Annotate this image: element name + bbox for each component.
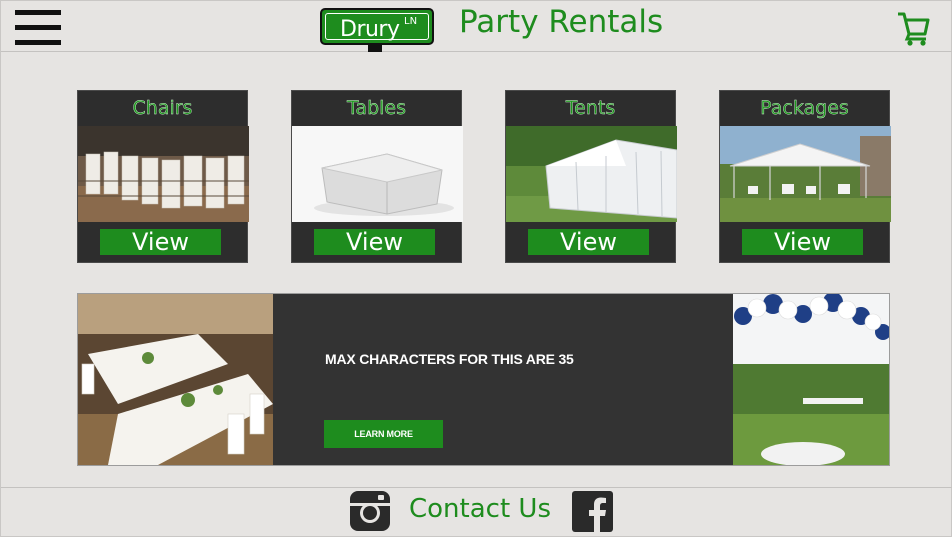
hamburger-menu-icon[interactable] (15, 10, 61, 46)
banner-headline: MAX CHARACTERS FOR THIS ARE 35 (325, 351, 574, 367)
card-title: Tents (565, 97, 616, 119)
category-card-tents: Tents View (505, 90, 677, 263)
shopping-cart-icon[interactable] (896, 10, 930, 46)
view-button-packages[interactable]: View (742, 229, 863, 255)
chairs-image (78, 126, 249, 222)
logo-street-sign: Drury LN (320, 8, 434, 45)
header: Drury LN Party Rentals (1, 1, 952, 52)
banner-image-balloons (733, 294, 889, 465)
facebook-icon[interactable] (572, 491, 613, 532)
learn-more-button[interactable]: LEARN MORE (324, 420, 443, 448)
category-card-tables: Tables View (291, 90, 463, 263)
category-card-packages: Packages View (719, 90, 891, 263)
instagram-icon[interactable] (349, 490, 391, 532)
logo-text: Drury (340, 17, 400, 42)
card-title: Chairs (132, 97, 193, 119)
view-button-chairs[interactable]: View (100, 229, 221, 255)
tables-image (292, 126, 463, 222)
logo-post (368, 43, 382, 52)
logo-superscript: LN (404, 16, 418, 27)
tents-image (506, 126, 677, 222)
promo-banner: MAX CHARACTERS FOR THIS ARE 35 LEARN MOR… (77, 293, 890, 466)
card-title: Packages (760, 97, 849, 119)
logo[interactable]: Drury LN (320, 8, 434, 52)
card-title: Tables (346, 97, 407, 119)
category-card-chairs: Chairs View (77, 90, 249, 263)
view-button-tables[interactable]: View (314, 229, 435, 255)
contact-us-link[interactable]: Contact Us (409, 494, 551, 524)
site-title: Party Rentals (459, 4, 664, 40)
banner-image-tables (78, 294, 273, 465)
packages-image (720, 126, 891, 222)
view-button-tents[interactable]: View (528, 229, 649, 255)
